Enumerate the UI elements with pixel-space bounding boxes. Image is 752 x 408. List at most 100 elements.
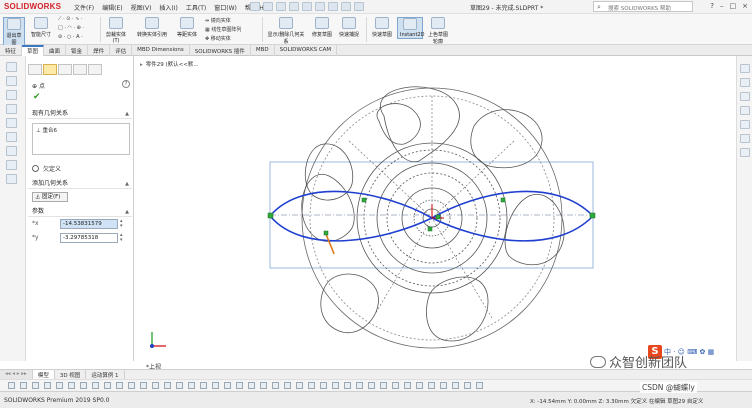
menu-view[interactable]: 视图(V) [131, 3, 152, 12]
tool-icon[interactable] [428, 382, 435, 389]
tool-icon[interactable] [188, 382, 195, 389]
tab-cam[interactable]: SOLIDWORKS CAM [275, 45, 338, 56]
menu-insert[interactable]: 插入(I) [159, 3, 177, 12]
tool-icon[interactable] [6, 76, 17, 86]
tool-icon[interactable] [6, 90, 17, 100]
param-x-spinner[interactable]: ▴ ▾ [120, 219, 123, 229]
move-button[interactable]: ✥ 移动实体 [205, 35, 231, 42]
tool-icon[interactable] [6, 104, 17, 114]
tool-icon[interactable] [6, 62, 17, 72]
sketch-canvas[interactable] [134, 56, 734, 366]
tool-icon[interactable] [44, 382, 51, 389]
menu-window[interactable]: 窗口(W) [214, 3, 237, 12]
shaded-sketch-button[interactable]: 上色草图轮廓 [426, 17, 450, 45]
tool-icon[interactable] [344, 382, 351, 389]
tool-icon[interactable] [212, 382, 219, 389]
tool-icon[interactable] [20, 382, 27, 389]
menu-edit[interactable]: 编辑(E) [102, 3, 122, 12]
tool-icon[interactable] [140, 382, 147, 389]
param-y-spinner[interactable]: ▴ ▾ [120, 233, 123, 243]
tool-icon[interactable] [476, 382, 483, 389]
line-tools[interactable]: ⟋ · ⊙ · ∿ · [58, 16, 83, 22]
new-file-icon[interactable] [263, 2, 273, 11]
tool-icon[interactable] [464, 382, 471, 389]
home-icon[interactable] [250, 2, 260, 11]
select-icon[interactable] [328, 2, 338, 11]
tab-addins[interactable]: SOLIDWORKS 插件 [190, 45, 251, 56]
tool-icon[interactable] [380, 382, 387, 389]
fix-relation-button[interactable]: ⚓ 固定(F) [32, 192, 68, 202]
open-icon[interactable] [276, 2, 286, 11]
display-tab-icon[interactable] [88, 64, 102, 75]
tool-icon[interactable] [284, 382, 291, 389]
tool-icon[interactable] [176, 382, 183, 389]
undo-icon[interactable] [315, 2, 325, 11]
tool-icon[interactable] [6, 160, 17, 170]
close-button[interactable]: × [742, 2, 748, 10]
tool-icon[interactable] [452, 382, 459, 389]
home-icon[interactable] [740, 64, 750, 73]
tool-icon[interactable] [224, 382, 231, 389]
rect-tools[interactable]: □ · ◠ · ⊕ · [58, 25, 84, 31]
tool-icon[interactable] [6, 132, 17, 142]
view-palette-icon[interactable] [740, 120, 750, 129]
tool-icon[interactable] [152, 382, 159, 389]
tool-icon[interactable] [32, 382, 39, 389]
tool-icon[interactable] [356, 382, 363, 389]
options-icon[interactable] [354, 2, 364, 11]
minimize-button[interactable]: – [720, 2, 724, 10]
offset-button[interactable]: 等距实体 [175, 17, 199, 38]
point-tools[interactable]: ⊘ · ○ · A · [58, 34, 83, 40]
design-library-icon[interactable] [740, 92, 750, 101]
tool-icon[interactable] [440, 382, 447, 389]
tool-icon[interactable] [404, 382, 411, 389]
property-manager-tab-icon[interactable] [43, 64, 57, 75]
tool-icon[interactable] [92, 382, 99, 389]
tool-icon[interactable] [272, 382, 279, 389]
tool-icon[interactable] [260, 382, 267, 389]
relations-list[interactable]: ⊥ 重合6 [32, 123, 130, 155]
tool-icon[interactable] [80, 382, 87, 389]
search-input[interactable]: ⌕ 搜索 SOLIDWORKS 帮助 [593, 1, 693, 12]
param-y-field[interactable]: -3.29785318 [60, 233, 118, 243]
tab-surfaces[interactable]: 曲面 [44, 45, 67, 56]
exit-sketch-button[interactable]: 退出草图 [3, 17, 25, 47]
param-x-field[interactable]: -14.53831579 [60, 219, 118, 229]
tool-icon[interactable] [320, 382, 327, 389]
parameters-header[interactable]: 参数 ▲ [28, 207, 132, 217]
custom-props-icon[interactable] [740, 148, 750, 157]
add-relations-header[interactable]: 添加几何关系 ▲ [28, 179, 132, 189]
smart-dimension-button[interactable]: 智能尺寸 [30, 17, 52, 38]
tab-evaluate[interactable]: 评估 [110, 45, 133, 56]
tool-icon[interactable] [6, 118, 17, 128]
tool-icon[interactable] [128, 382, 135, 389]
trim-button[interactable]: 剪裁实体(T) [103, 17, 129, 44]
tab-sketch[interactable]: 草图 [22, 45, 45, 56]
appearances-icon[interactable] [740, 134, 750, 143]
quick-snap-button[interactable]: 快速捕捉 [337, 17, 361, 38]
help-icon[interactable]: ? [710, 2, 714, 10]
ok-check-icon[interactable]: ✔ [33, 92, 41, 102]
rebuild-icon[interactable] [341, 2, 351, 11]
show-relations-button[interactable]: 显示/删除几何关系 [266, 17, 306, 45]
tool-icon[interactable] [8, 382, 15, 389]
config-tab-icon[interactable] [58, 64, 72, 75]
save-icon[interactable] [289, 2, 299, 11]
dimxpert-tab-icon[interactable] [73, 64, 87, 75]
maximize-button[interactable]: □ [730, 2, 737, 10]
feature-tree-tab-icon[interactable] [28, 64, 42, 75]
tab-mbd-dimensions[interactable]: MBD Dimensions [132, 45, 190, 56]
file-explorer-icon[interactable] [740, 106, 750, 115]
tool-icon[interactable] [68, 382, 75, 389]
convert-entities-button[interactable]: 转换实体引用 [132, 17, 172, 38]
tool-icon[interactable] [248, 382, 255, 389]
tool-icon[interactable] [416, 382, 423, 389]
tab-weldments[interactable]: 焊件 [88, 45, 111, 56]
tab-mbd[interactable]: MBD [251, 45, 275, 56]
menu-tools[interactable]: 工具(T) [186, 3, 206, 12]
menu-file[interactable]: 文件(F) [74, 3, 94, 12]
resources-icon[interactable] [740, 78, 750, 87]
repair-sketch-button[interactable]: 修复草图 [310, 17, 334, 38]
tool-icon[interactable] [296, 382, 303, 389]
tool-icon[interactable] [104, 382, 111, 389]
